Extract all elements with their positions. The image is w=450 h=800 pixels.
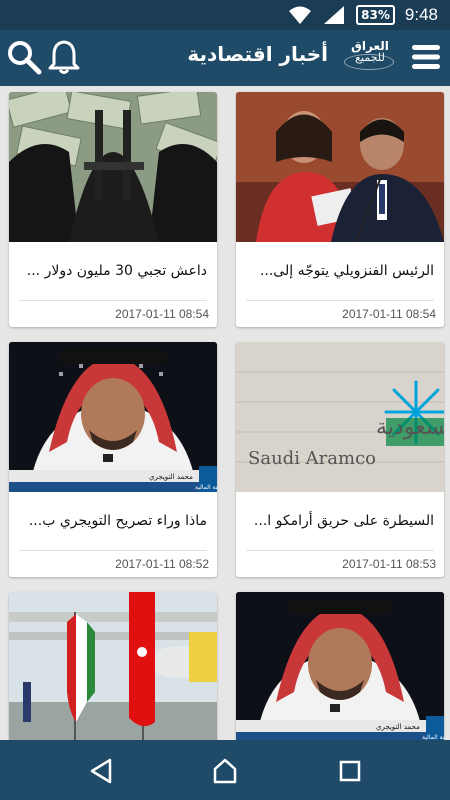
news-date: 2017-01-11 08:54 bbox=[342, 307, 436, 321]
home-icon[interactable] bbox=[212, 758, 238, 784]
aramco-sign-en: Saudi Aramco bbox=[248, 448, 376, 469]
back-icon[interactable] bbox=[88, 758, 114, 784]
news-photo-tv-interview-2: محمد التويجري نائب وزير الاقتصاد والتخطي… bbox=[236, 592, 444, 740]
search-icon[interactable] bbox=[6, 39, 42, 75]
menu-icon[interactable] bbox=[412, 44, 440, 70]
news-image bbox=[9, 592, 217, 740]
tv-caption-name: محمد التويجري bbox=[376, 723, 420, 731]
navigation-bar bbox=[0, 740, 450, 800]
news-card[interactable]: محمد التويجري نائب وزير الاقتصاد والتخطي… bbox=[236, 592, 444, 740]
news-image bbox=[236, 92, 444, 242]
news-card[interactable] bbox=[9, 592, 217, 740]
tv-caption-role: نائب وزير الاقتصاد والتخطيط وأمين عام ال… bbox=[422, 733, 444, 740]
news-date: 2017-01-11 08:54 bbox=[115, 307, 209, 321]
news-photo-venezuela bbox=[236, 92, 444, 242]
news-image bbox=[9, 92, 217, 242]
signal-icon bbox=[324, 6, 345, 24]
news-title[interactable]: السيطرة على حريق أرامكو ا... bbox=[236, 492, 444, 550]
news-title[interactable]: ماذا وراء تصريح التويجري ب... bbox=[9, 492, 217, 550]
news-photo-aramco: ارامكو السعودية Saudi Aramco bbox=[236, 342, 444, 492]
bell-icon[interactable] bbox=[48, 39, 80, 75]
news-image: محمد التويجري نائب وزير الاقتصاد والتخطي… bbox=[9, 342, 217, 492]
tv-caption-role: نائب وزير الاقتصاد والتخطيط وأمين عام ال… bbox=[195, 483, 217, 491]
aramco-sign-ar: ارامكو السعودية bbox=[376, 415, 444, 440]
news-card[interactable]: الرئيس الفنزويلي يتوجّه إلى... 2017-01-1… bbox=[236, 92, 444, 327]
news-photo-flags bbox=[9, 592, 217, 740]
news-card[interactable]: محمد التويجري نائب وزير الاقتصاد والتخطي… bbox=[9, 342, 217, 577]
status-bar: 83% 9:48 bbox=[0, 0, 450, 30]
page-title: أخبار اقتصادية bbox=[187, 42, 328, 66]
clock: 9:48 bbox=[404, 5, 438, 24]
news-grid: الرئيس الفنزويلي يتوجّه إلى... 2017-01-1… bbox=[0, 86, 450, 740]
news-image: محمد التويجري نائب وزير الاقتصاد والتخطي… bbox=[236, 592, 444, 740]
news-photo-money bbox=[9, 92, 217, 242]
wifi-icon bbox=[289, 6, 312, 24]
app-logo: العراق للجميع bbox=[340, 40, 400, 76]
app-bar: أخبار اقتصادية العراق للجميع bbox=[0, 30, 450, 86]
news-date: 2017-01-11 08:52 bbox=[115, 557, 209, 571]
tv-caption-name: محمد التويجري bbox=[149, 473, 193, 481]
news-date: 2017-01-11 08:53 bbox=[342, 557, 436, 571]
news-title[interactable]: الرئيس الفنزويلي يتوجّه إلى... bbox=[236, 242, 444, 300]
news-card[interactable]: داعش تجبي 30 مليون دولار ... 2017-01-11 … bbox=[9, 92, 217, 327]
battery-level: 83% bbox=[356, 5, 395, 25]
news-title[interactable]: داعش تجبي 30 مليون دولار ... bbox=[9, 242, 217, 300]
logo-ring bbox=[344, 54, 394, 70]
battery-indicator: 83% bbox=[356, 5, 395, 25]
news-image: ارامكو السعودية Saudi Aramco bbox=[236, 342, 444, 492]
recent-apps-icon[interactable] bbox=[337, 758, 363, 784]
news-card[interactable]: ارامكو السعودية Saudi Aramco السيطرة على… bbox=[236, 342, 444, 577]
news-photo-tv-interview: محمد التويجري نائب وزير الاقتصاد والتخطي… bbox=[9, 342, 217, 492]
